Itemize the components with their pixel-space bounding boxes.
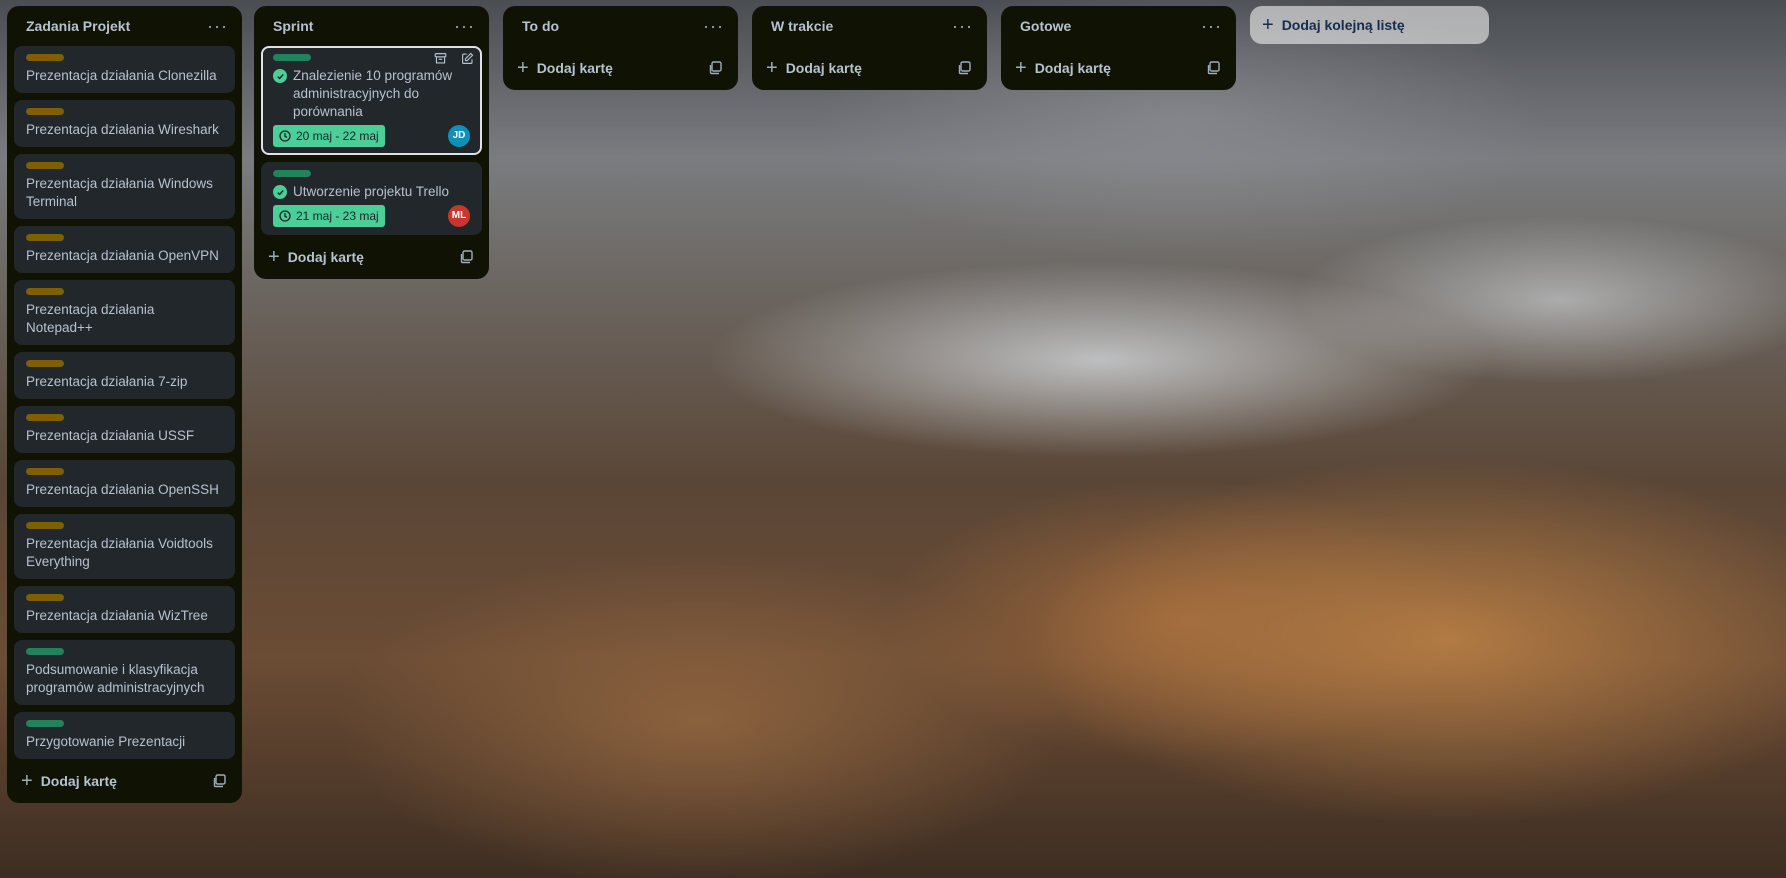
card[interactable]: Przygotowanie Prezentacji (14, 712, 235, 759)
plus-icon: + (1262, 14, 1274, 36)
list-gotowe: Gotowe ··· + Dodaj kartę (1001, 6, 1236, 90)
card[interactable]: Prezentacja działania Clonezilla (14, 46, 235, 93)
card[interactable]: Prezentacja działania WizTree (14, 586, 235, 633)
card-label (26, 108, 64, 115)
card-title: Prezentacja działania 7-zip (26, 374, 188, 389)
card-title: Prezentacja działania USSF (26, 428, 195, 443)
list-menu-icon[interactable]: ··· (454, 17, 475, 35)
clock-icon (279, 130, 291, 142)
list-title[interactable]: Gotowe (1020, 18, 1071, 34)
add-card-row[interactable]: + Dodaj kartę (1001, 46, 1236, 90)
list-header[interactable]: To do ··· (503, 6, 738, 46)
due-date-text: 21 maj - 23 maj (296, 209, 379, 223)
list-menu-icon[interactable]: ··· (703, 17, 724, 35)
card-title: Prezentacja działania OpenSSH (26, 482, 219, 497)
list-w-trakcie: W trakcie ··· + Dodaj kartę (752, 6, 987, 90)
card-label (26, 522, 64, 529)
add-card-row[interactable]: + Dodaj kartę (7, 759, 242, 803)
card-label (26, 648, 64, 655)
card[interactable]: Prezentacja działania Voidtools Everythi… (14, 514, 235, 579)
member-avatar[interactable]: ML (448, 205, 470, 227)
list-to-do: To do ··· + Dodaj kartę (503, 6, 738, 90)
add-list-label: Dodaj kolejną listę (1281, 17, 1405, 33)
card-label (273, 54, 311, 61)
completed-check-icon[interactable] (273, 69, 287, 83)
card[interactable]: Prezentacja działania OpenSSH (14, 460, 235, 507)
completed-check-icon[interactable] (273, 185, 287, 199)
plus-icon: + (766, 57, 778, 79)
card-label (26, 54, 64, 61)
card[interactable]: Prezentacja działania Windows Terminal (14, 154, 235, 219)
edit-icon[interactable] (461, 52, 474, 65)
create-from-template-icon[interactable] (957, 60, 973, 76)
list-zadania-projekt: Zadania Projekt ··· Prezentacja działani… (7, 6, 242, 803)
card-label (273, 170, 311, 177)
card-title: Znalezienie 10 programów administracyjny… (293, 68, 453, 119)
card-title: Podsumowanie i klasyfikacja programów ad… (26, 662, 205, 695)
clock-icon (279, 210, 291, 222)
due-date-badge[interactable]: 21 maj - 23 maj (273, 205, 385, 227)
list-sprint: Sprint ··· Znalezienie 10 programów admi… (254, 6, 489, 279)
card-label (26, 720, 64, 727)
list-title[interactable]: Sprint (273, 18, 313, 34)
list-title[interactable]: To do (522, 18, 559, 34)
due-date-text: 20 maj - 22 maj (296, 129, 379, 143)
card[interactable]: Prezentacja działania OpenVPN (14, 226, 235, 273)
list-header[interactable]: Sprint ··· (254, 6, 489, 46)
card[interactable]: Prezentacja działania Wireshark (14, 100, 235, 147)
card[interactable]: Prezentacja działania Notepad++ (14, 280, 235, 345)
plus-icon: + (517, 57, 529, 79)
card-label (26, 288, 64, 295)
create-from-template-icon[interactable] (708, 60, 724, 76)
add-card-row[interactable]: + Dodaj kartę (254, 235, 489, 279)
plus-icon: + (268, 246, 280, 268)
archive-icon[interactable] (434, 52, 447, 65)
add-card-button[interactable]: Dodaj kartę (1035, 60, 1111, 76)
list-menu-icon[interactable]: ··· (1201, 17, 1222, 35)
card-title: Utworzenie projektu Trello (293, 184, 450, 199)
create-from-template-icon[interactable] (1206, 60, 1222, 76)
list-header[interactable]: Gotowe ··· (1001, 6, 1236, 46)
list-header[interactable]: Zadania Projekt ··· (7, 6, 242, 46)
card-title: Prezentacja działania WizTree (26, 608, 208, 623)
card-title: Prezentacja działania Wireshark (26, 122, 219, 137)
list-menu-icon[interactable]: ··· (207, 17, 228, 35)
list-title[interactable]: W trakcie (771, 18, 833, 34)
add-card-button[interactable]: Dodaj kartę (786, 60, 862, 76)
list-menu-icon[interactable]: ··· (952, 17, 973, 35)
add-card-button[interactable]: Dodaj kartę (537, 60, 613, 76)
plus-icon: + (21, 770, 33, 792)
add-list-button[interactable]: + Dodaj kolejną listę (1250, 6, 1489, 44)
card-title: Przygotowanie Prezentacji (26, 734, 186, 749)
create-from-template-icon[interactable] (212, 773, 228, 789)
add-card-button[interactable]: Dodaj kartę (41, 773, 117, 789)
card-title: Prezentacja działania OpenVPN (26, 248, 219, 263)
add-card-row[interactable]: + Dodaj kartę (752, 46, 987, 90)
plus-icon: + (1015, 57, 1027, 79)
list-title[interactable]: Zadania Projekt (26, 18, 130, 34)
card-label (26, 414, 64, 421)
card-label (26, 468, 64, 475)
card-label (26, 234, 64, 241)
card-label (26, 594, 64, 601)
card[interactable]: Utworzenie projektu Trello 21 maj - 23 m… (261, 162, 482, 235)
card-title: Prezentacja działania Notepad++ (26, 302, 155, 335)
card[interactable]: Prezentacja działania USSF (14, 406, 235, 453)
card-label (26, 162, 64, 169)
card-title: Prezentacja działania Voidtools Everythi… (26, 536, 213, 569)
card-label (26, 360, 64, 367)
create-from-template-icon[interactable] (459, 249, 475, 265)
member-avatar[interactable]: JD (448, 125, 470, 147)
add-card-row[interactable]: + Dodaj kartę (503, 46, 738, 90)
card[interactable]: Znalezienie 10 programów administracyjny… (261, 46, 482, 155)
list-header[interactable]: W trakcie ··· (752, 6, 987, 46)
card[interactable]: Podsumowanie i klasyfikacja programów ad… (14, 640, 235, 705)
add-card-button[interactable]: Dodaj kartę (288, 249, 364, 265)
card[interactable]: Prezentacja działania 7-zip (14, 352, 235, 399)
card-title: Prezentacja działania Clonezilla (26, 68, 217, 83)
card-title: Prezentacja działania Windows Terminal (26, 176, 213, 209)
due-date-badge[interactable]: 20 maj - 22 maj (273, 125, 385, 147)
